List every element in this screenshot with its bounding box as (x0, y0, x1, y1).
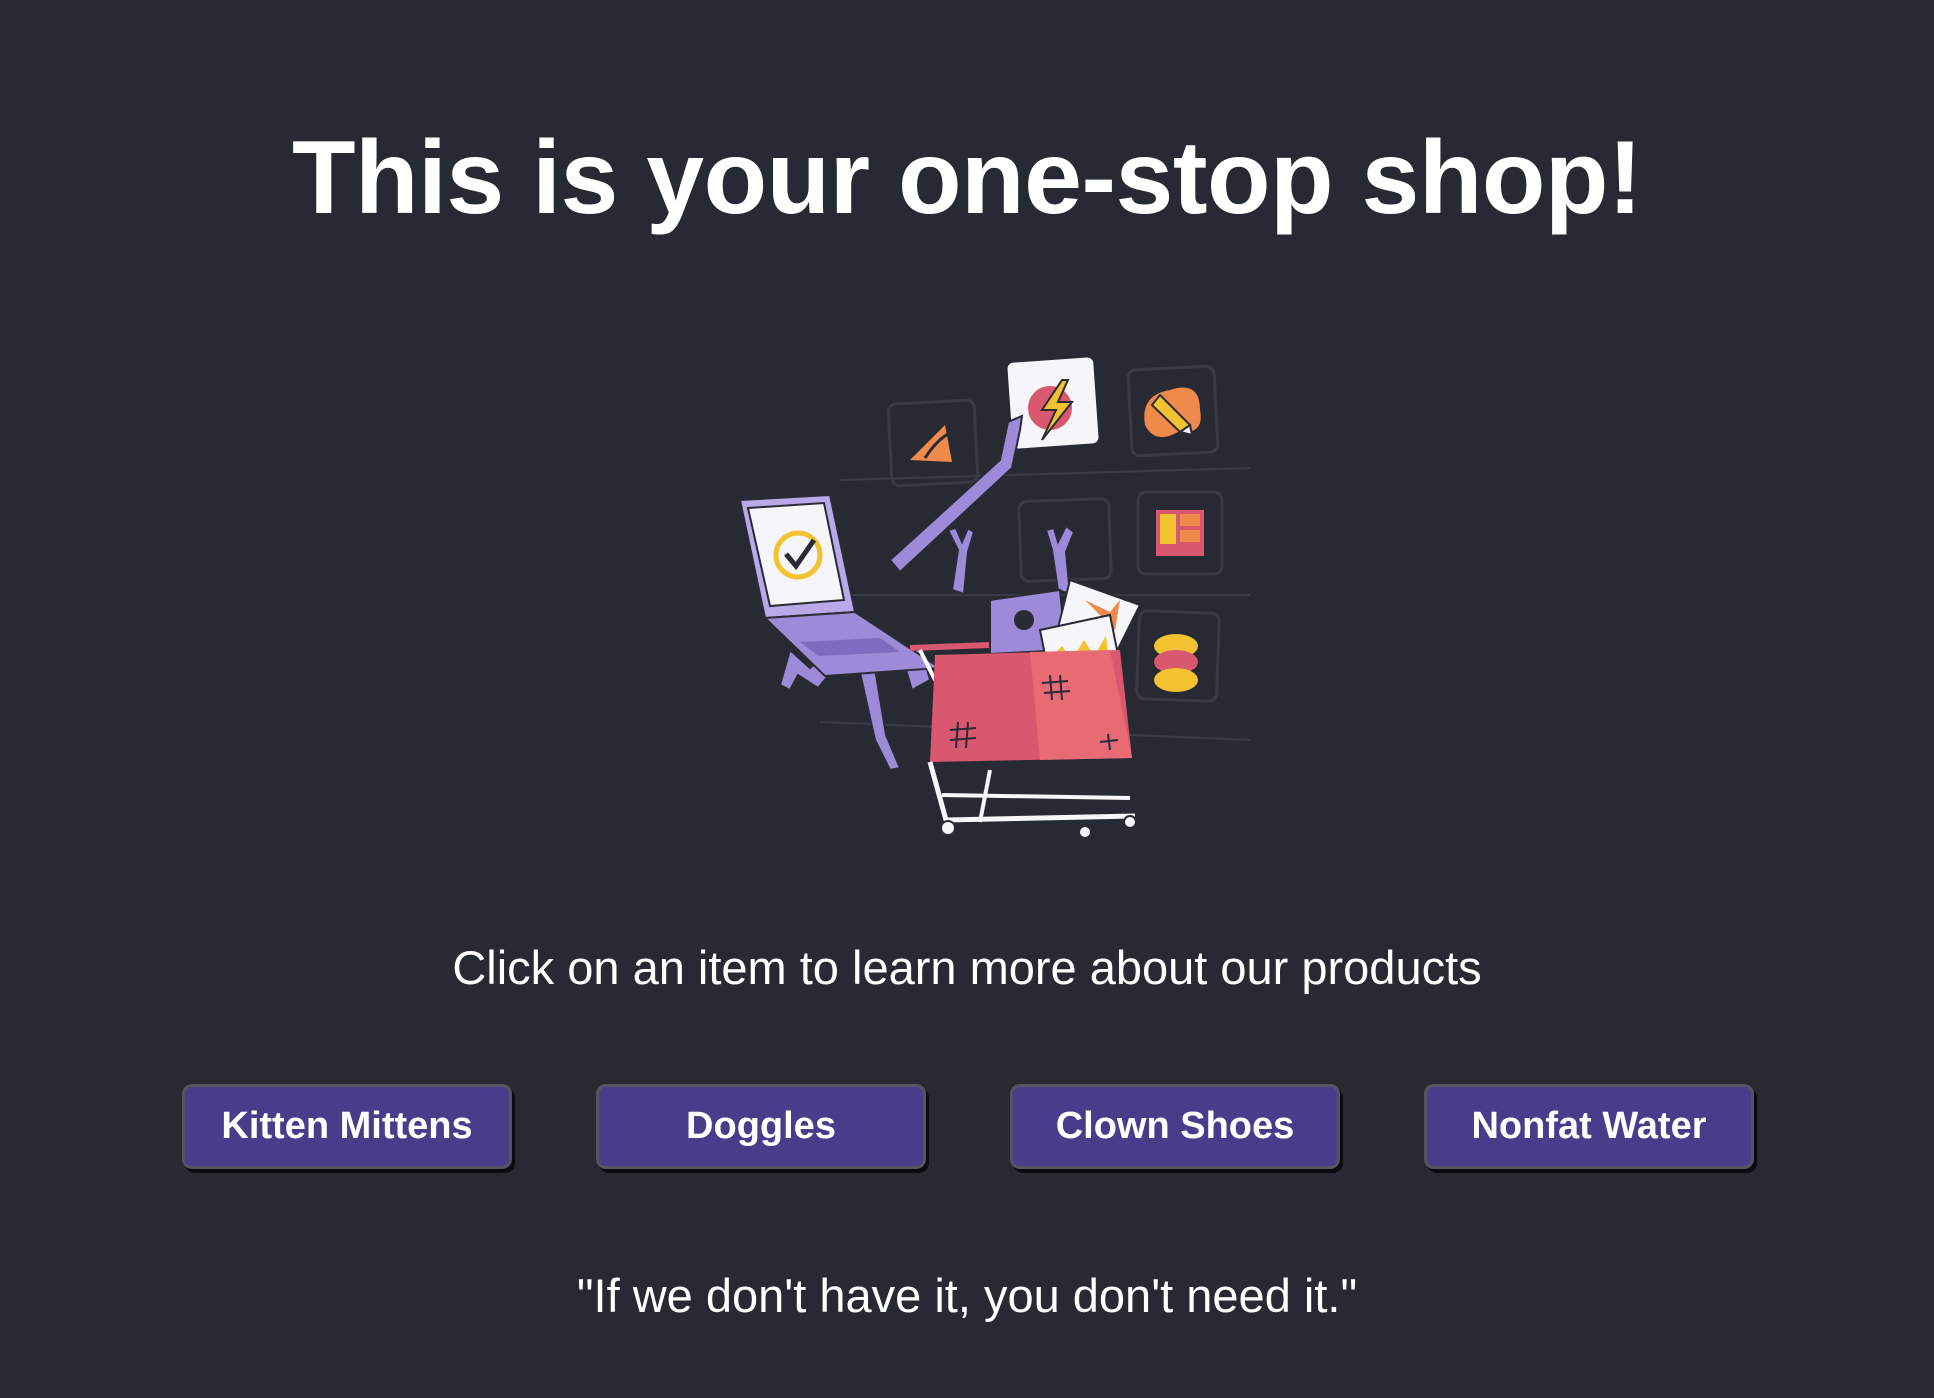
page-title: This is your one-stop shop! (291, 120, 1643, 236)
kitten-mittens-button[interactable]: Kitten Mittens (182, 1084, 512, 1169)
laptop-character (738, 493, 944, 678)
page: This is your one-stop shop! Click on an … (0, 0, 1934, 1398)
cart-passenger-arms (946, 524, 1076, 596)
product-tile-triangle (886, 398, 980, 488)
product-tile-lightning (1007, 357, 1099, 449)
nonfat-water-button[interactable]: Nonfat Water (1424, 1084, 1754, 1169)
product-tile-pencil (1126, 364, 1220, 458)
shopping-cart (909, 578, 1142, 839)
instruction-text: Click on an item to learn more about our… (452, 941, 1482, 994)
clown-shoes-button[interactable]: Clown Shoes (1010, 1084, 1340, 1169)
product-tile-coins (1135, 609, 1221, 703)
tagline: "If we don't have it, you don't need it.… (576, 1269, 1358, 1322)
doggles-button[interactable]: Doggles (596, 1084, 926, 1169)
product-tile-blocks (1136, 490, 1224, 576)
reaching-arm (888, 414, 1024, 574)
product-buttons: Kitten Mittens Doggles Clown Shoes Nonfa… (0, 1084, 1934, 1174)
shopping-cart-illustration (738, 357, 1251, 839)
